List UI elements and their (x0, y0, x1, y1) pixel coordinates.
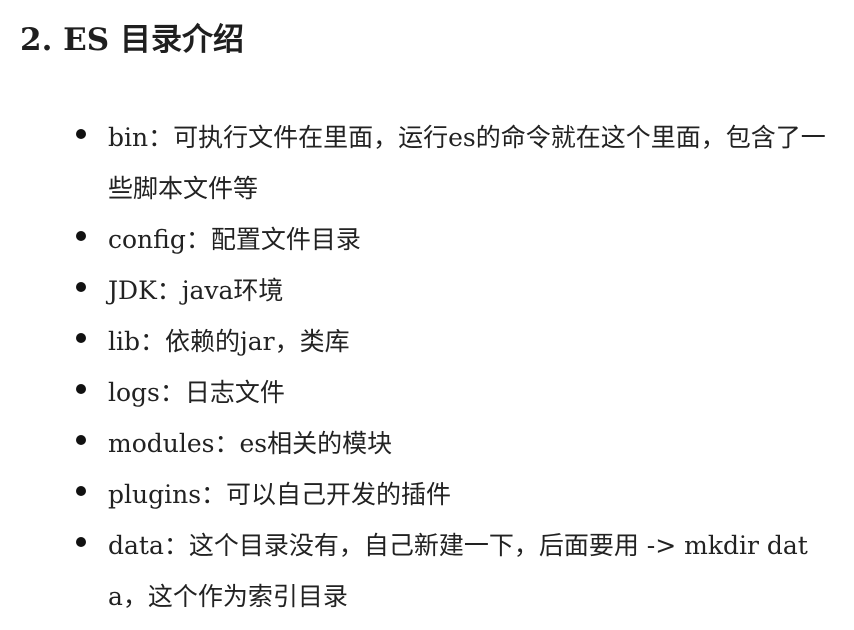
list-item-plugins: plugins：可以自己开发的插件 (76, 469, 828, 520)
list-item-text: plugins：可以自己开发的插件 (108, 480, 452, 509)
section-heading: 2. ES 目录介绍 (20, 22, 244, 58)
list-item-text: data：这个目录没有，自己新建一下，后面要用 -> mkdir data，这个… (108, 531, 808, 611)
document-page: 2. ES 目录介绍 bin：可执行文件在里面，运行es的命令就在这个里面，包含… (0, 0, 854, 630)
list-item-text: lib：依赖的jar，类库 (108, 327, 350, 356)
bullet-icon (76, 384, 86, 394)
bullet-icon (76, 486, 86, 496)
list-item-config: config：配置文件目录 (76, 214, 828, 265)
directory-list: bin：可执行文件在里面，运行es的命令就在这个里面，包含了一些脚本文件等 co… (76, 112, 828, 622)
bullet-icon (76, 537, 86, 547)
bullet-icon (76, 129, 86, 139)
list-item-jdk: JDK：java环境 (76, 265, 828, 316)
list-item-text: config：配置文件目录 (108, 225, 361, 254)
bullet-icon (76, 435, 86, 445)
list-item-text: JDK：java环境 (108, 276, 284, 305)
list-item-logs: logs：日志文件 (76, 367, 828, 418)
list-item-modules: modules：es相关的模块 (76, 418, 828, 469)
list-item-bin: bin：可执行文件在里面，运行es的命令就在这个里面，包含了一些脚本文件等 (76, 112, 828, 214)
list-item-text: bin：可执行文件在里面，运行es的命令就在这个里面，包含了一些脚本文件等 (108, 123, 826, 203)
bullet-icon (76, 282, 86, 292)
bullet-icon (76, 333, 86, 343)
list-item-text: modules：es相关的模块 (108, 429, 393, 458)
bullet-icon (76, 231, 86, 241)
list-item-lib: lib：依赖的jar，类库 (76, 316, 828, 367)
list-item-data: data：这个目录没有，自己新建一下，后面要用 -> mkdir data，这个… (76, 520, 828, 622)
list-item-text: logs：日志文件 (108, 378, 285, 407)
